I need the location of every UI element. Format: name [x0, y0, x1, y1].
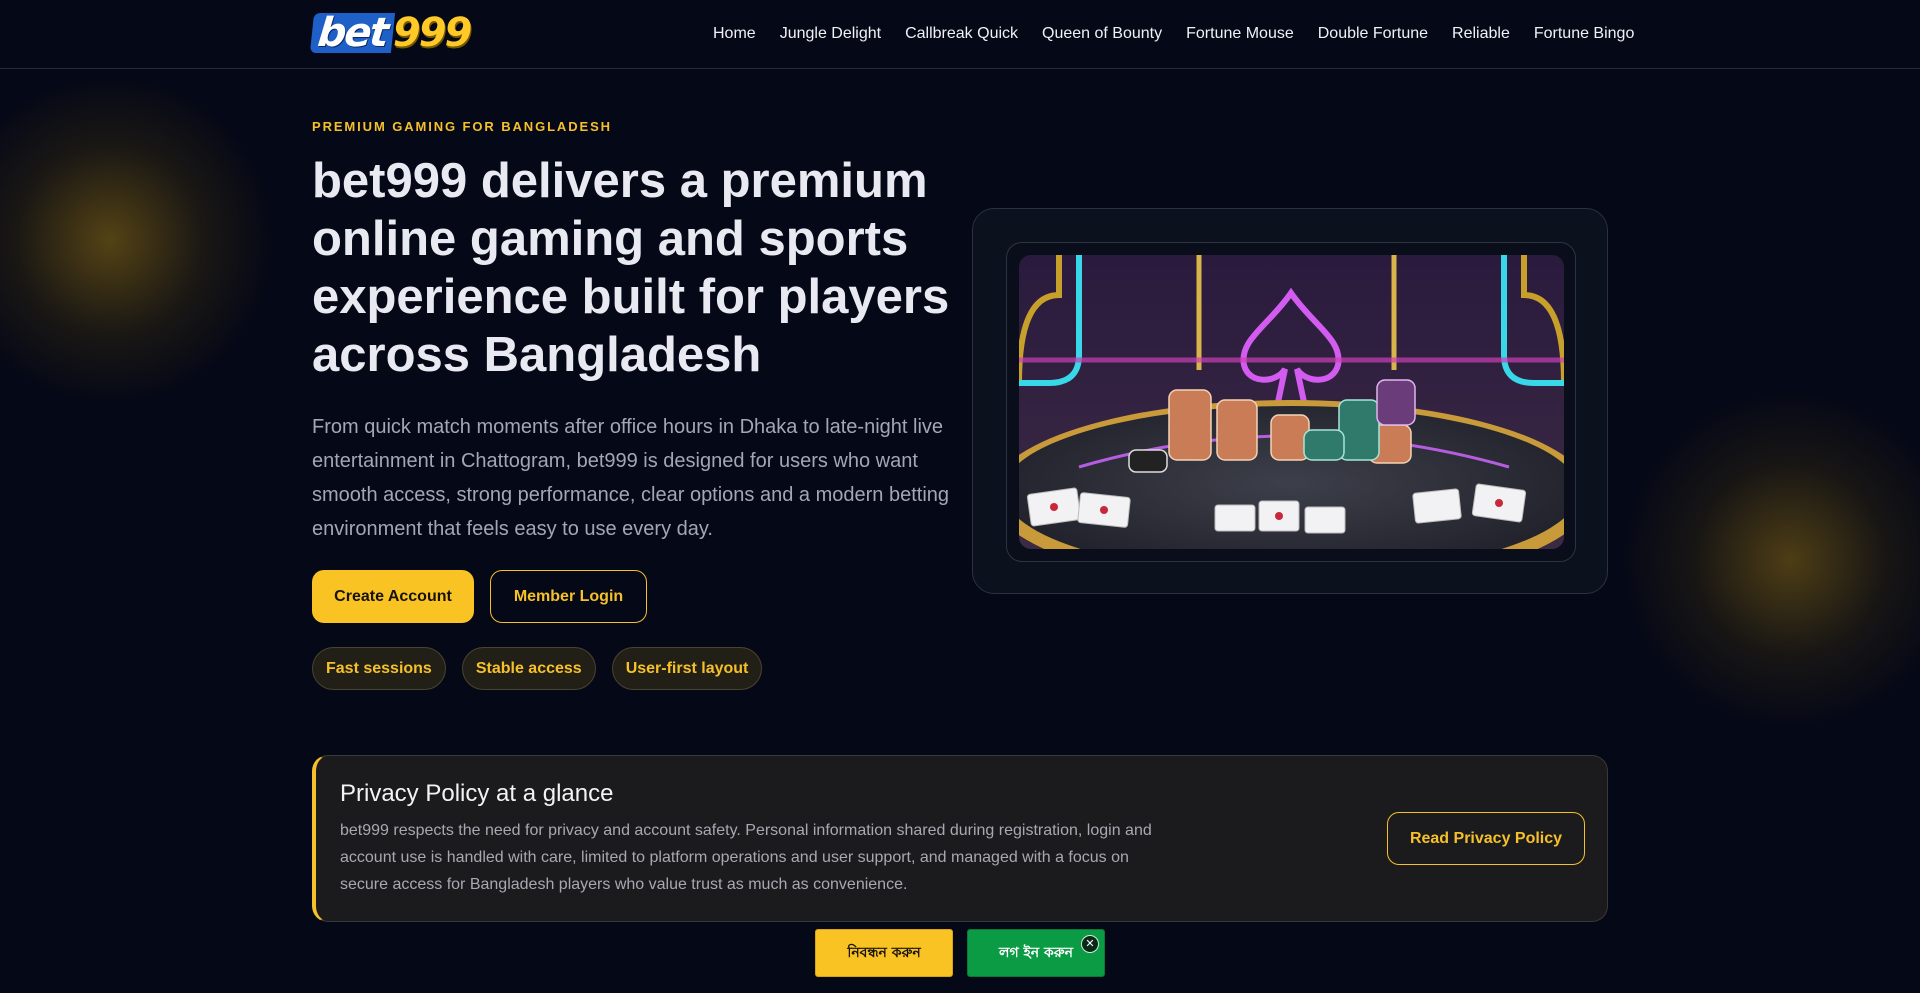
privacy-title: Privacy Policy at a glance [340, 780, 614, 807]
main-nav: Home Jungle Delight Callbreak Quick Quee… [713, 0, 1634, 68]
feature-chips: Fast sessions Stable access User-first l… [312, 647, 778, 690]
privacy-policy-card: Privacy Policy at a glance bet999 respec… [312, 755, 1608, 922]
nav-item-queen-of-bounty[interactable]: Queen of Bounty [1042, 25, 1162, 43]
privacy-body: bet999 respects the need for privacy and… [340, 822, 1152, 893]
chip-stable-access: Stable access [461, 647, 596, 690]
site-header: bet 999 Home Jungle Delight Callbreak Qu… [0, 0, 1920, 69]
hero-media-card [972, 208, 1608, 594]
nav-item-home[interactable]: Home [713, 25, 756, 43]
sticky-register-button[interactable]: নিবন্ধন করুন [815, 929, 953, 977]
hero-eyebrow: PREMIUM GAMING FOR BANGLADESH [312, 119, 612, 134]
nav-item-fortune-mouse[interactable]: Fortune Mouse [1186, 25, 1294, 43]
hero-title: bet999 delivers a premium online gaming … [312, 154, 950, 382]
nav-item-double-fortune[interactable]: Double Fortune [1318, 25, 1428, 43]
hero-media-frame [1006, 242, 1576, 562]
nav-item-reliable[interactable]: Reliable [1452, 25, 1510, 43]
chip-fast-sessions: Fast sessions [312, 647, 446, 690]
create-account-button[interactable]: Create Account [312, 570, 474, 623]
nav-item-fortune-bingo[interactable]: Fortune Bingo [1534, 25, 1635, 43]
chip-user-first-layout: User-first layout [611, 647, 763, 690]
casino-table-illustration [1019, 255, 1564, 549]
nav-item-callbreak-quick[interactable]: Callbreak Quick [905, 25, 1018, 43]
background-glow-left [0, 80, 280, 400]
logo-text-bet: bet [309, 10, 395, 56]
brand-logo[interactable]: bet 999 [309, 10, 490, 56]
hero-lead: From quick match moments after office ho… [312, 416, 950, 540]
background-glow-right [1620, 390, 1920, 730]
close-icon[interactable]: ✕ [1081, 935, 1099, 953]
logo-text-999: 999 [392, 10, 472, 56]
read-privacy-policy-button[interactable]: Read Privacy Policy [1387, 812, 1585, 865]
nav-item-jungle-delight[interactable]: Jungle Delight [780, 25, 881, 43]
member-login-button[interactable]: Member Login [490, 570, 647, 623]
